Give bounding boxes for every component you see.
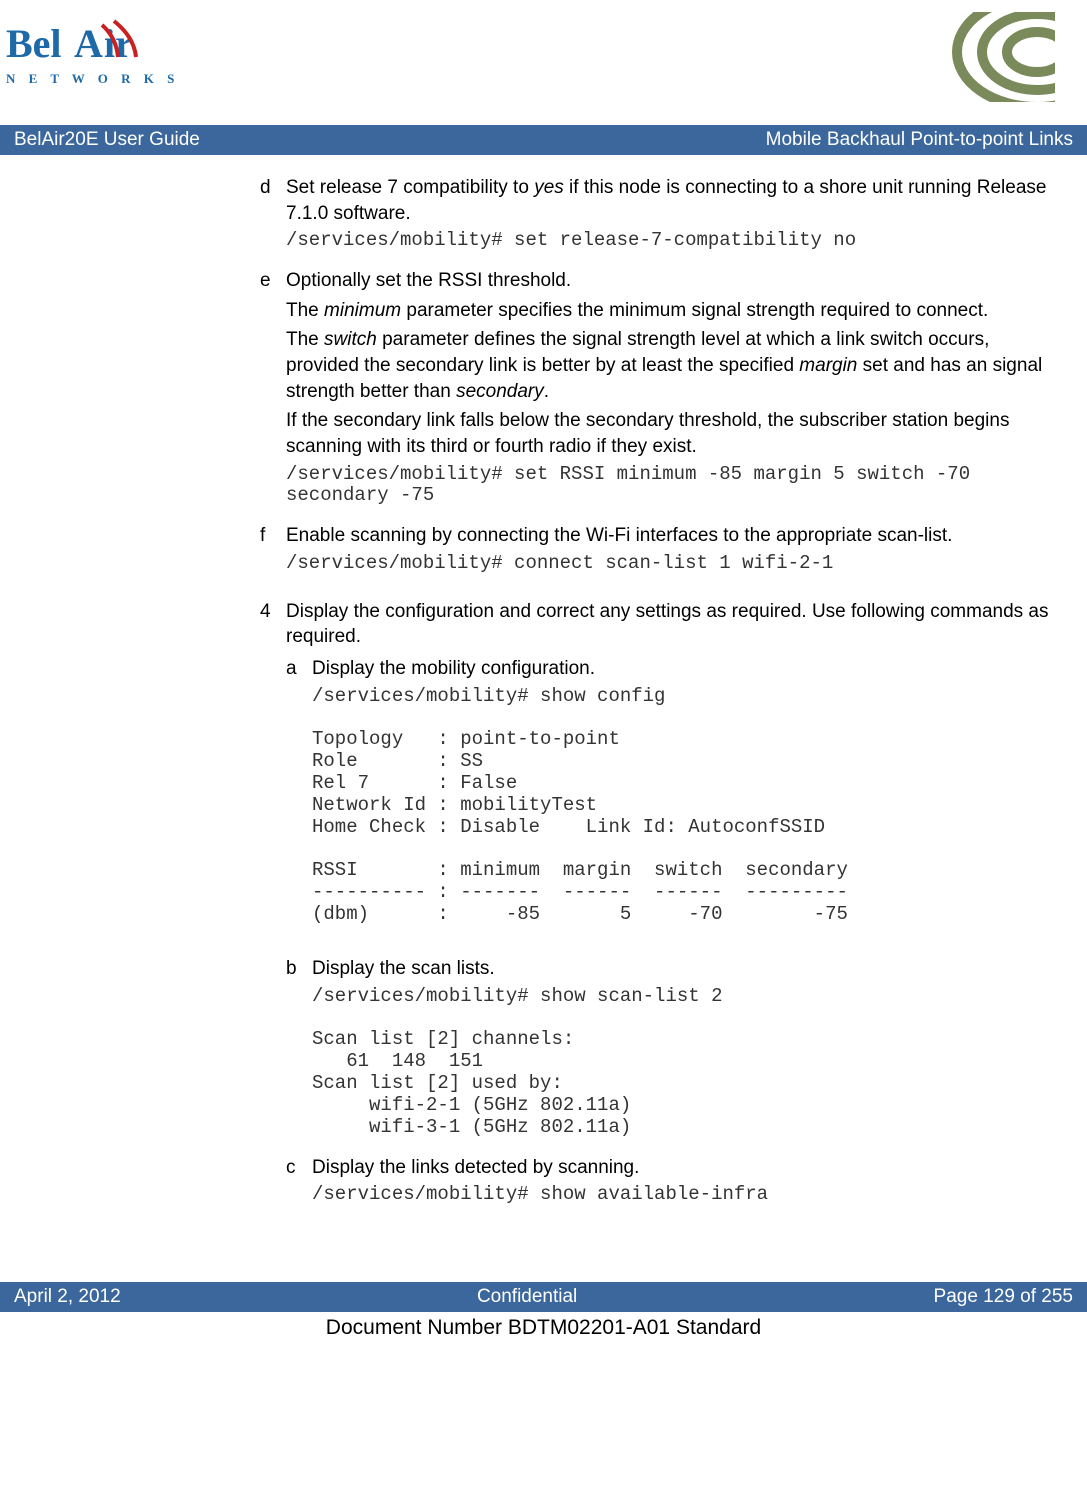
svg-text:A: A — [74, 21, 103, 66]
content-area: d Set release 7 compatibility to yes if … — [0, 155, 1087, 1242]
paragraph: The switch parameter defines the signal … — [286, 327, 1067, 404]
item-marker: e — [260, 268, 286, 517]
footer-page: Page 129 of 255 — [934, 1286, 1073, 1308]
footer-bar: April 2, 2012 Confidential Page 129 of 2… — [0, 1282, 1087, 1312]
step-e: e Optionally set the RSSI threshold. The… — [260, 268, 1067, 517]
code-block: /services/mobility# connect scan-list 1 … — [286, 553, 1067, 575]
code-block: /services/mobility# set release-7-compat… — [286, 230, 1067, 252]
item-marker: f — [260, 523, 286, 584]
item-marker: d — [260, 175, 286, 262]
text: Display the mobility configuration. — [312, 656, 1067, 682]
footer-confidential: Confidential — [477, 1286, 577, 1308]
code-block: /services/mobility# show config Topology… — [312, 686, 1067, 926]
code-block: /services/mobility# show available-infra — [312, 1184, 1067, 1206]
step-f: f Enable scanning by connecting the Wi-F… — [260, 523, 1067, 584]
paragraph: The minimum parameter specifies the mini… — [286, 298, 1067, 324]
header-decor-icon — [927, 12, 1067, 107]
step-4: 4 Display the configuration and correct … — [260, 599, 1067, 650]
step-d: d Set release 7 compatibility to yes if … — [260, 175, 1067, 262]
doc-title-left: BelAir20E User Guide — [14, 129, 200, 151]
text: Optionally set the RSSI threshold. — [286, 268, 1067, 294]
logo: Bel A ir N E T W O R K S — [0, 19, 186, 100]
item-marker: b — [286, 956, 312, 1149]
logo-networks-text: N E T W O R K S — [6, 71, 179, 86]
item-marker: 4 — [260, 599, 286, 650]
code-block: /services/mobility# set RSSI minimum -85… — [286, 464, 1067, 508]
header: Bel A ir N E T W O R K S — [0, 0, 1087, 107]
item-marker: c — [286, 1155, 312, 1216]
text: Display the scan lists. — [312, 956, 1067, 982]
substep-c: c Display the links detected by scanning… — [286, 1155, 1067, 1216]
text: Display the configuration and correct an… — [286, 599, 1067, 650]
item-marker: a — [286, 656, 312, 936]
text: Display the links detected by scanning. — [312, 1155, 1067, 1181]
svg-text:ir: ir — [104, 21, 133, 66]
code-block: /services/mobility# show scan-list 2 Sca… — [312, 986, 1067, 1139]
footer-date: April 2, 2012 — [14, 1286, 121, 1308]
paragraph: If the secondary link falls below the se… — [286, 408, 1067, 459]
title-bar: BelAir20E User Guide Mobile Backhaul Poi… — [0, 125, 1087, 155]
text: Enable scanning by connecting the Wi-Fi … — [286, 523, 1067, 549]
text: Set release 7 compatibility to yes if th… — [286, 177, 1046, 224]
svg-text:Bel: Bel — [6, 21, 62, 66]
substep-a: a Display the mobility configuration. /s… — [286, 656, 1067, 936]
document-number: Document Number BDTM02201-A01 Standard — [0, 1312, 1087, 1340]
doc-title-right: Mobile Backhaul Point-to-point Links — [766, 129, 1073, 151]
substep-b: b Display the scan lists. /services/mobi… — [286, 956, 1067, 1149]
